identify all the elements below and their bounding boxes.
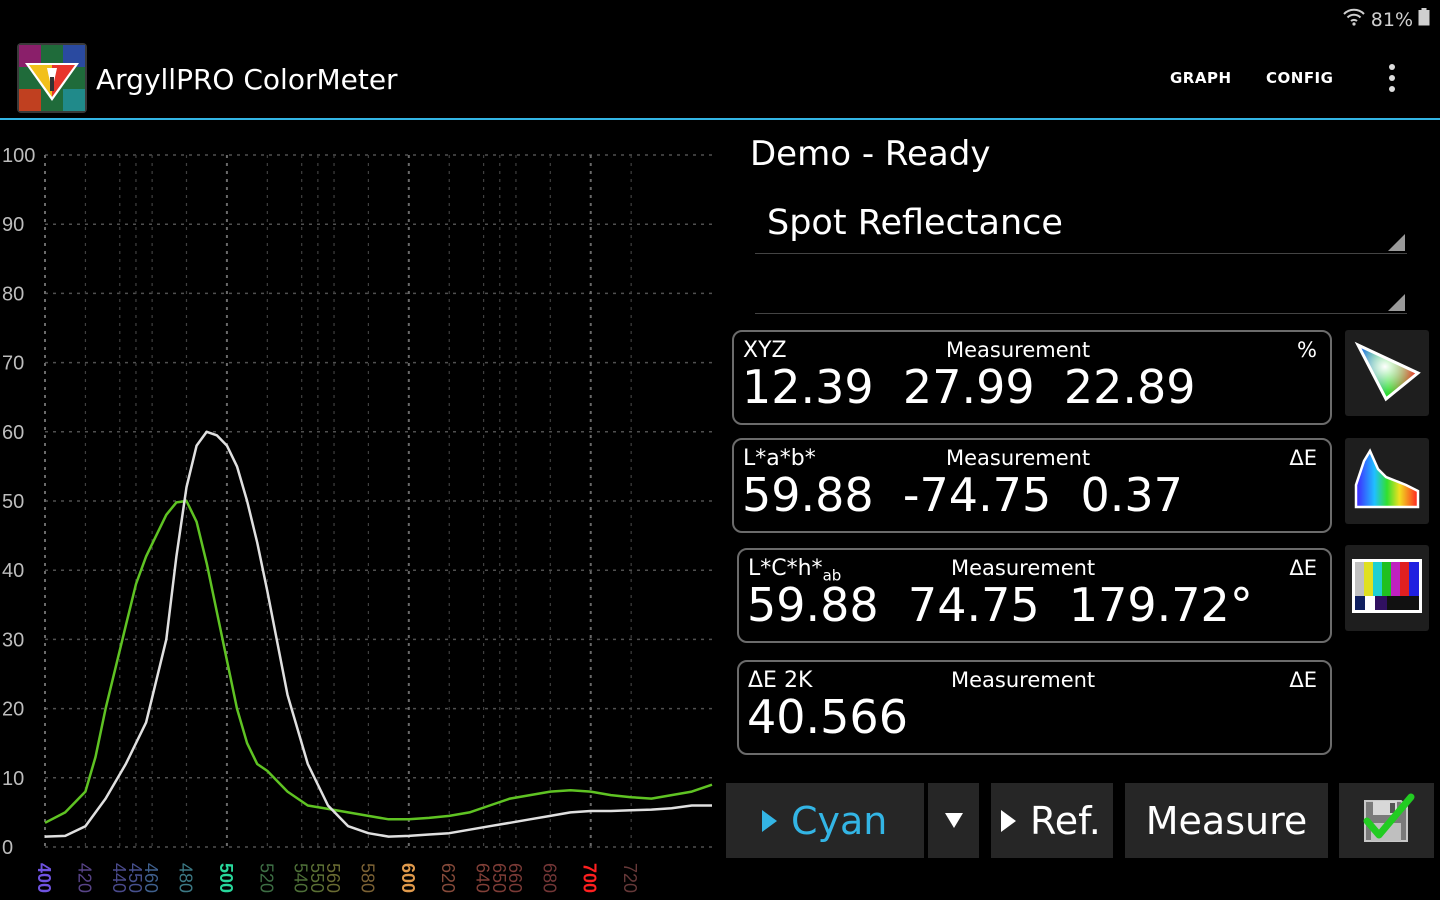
mode-spinner-value: Spot Reflectance xyxy=(767,203,1063,243)
reference-button[interactable]: Ref. xyxy=(991,783,1113,858)
chromaticity-button[interactable] xyxy=(1345,330,1429,416)
y-tick-label: 30 xyxy=(2,629,24,651)
spinner-arrow-icon xyxy=(1388,294,1405,311)
y-tick-label: 0 xyxy=(2,837,13,859)
app-title: ArgyllPRO ColorMeter xyxy=(96,63,398,96)
x-tick-label: 700 xyxy=(580,863,600,893)
xyz-unit: % xyxy=(1297,338,1317,362)
y-tick-label: 50 xyxy=(2,491,24,513)
spectrum-icon xyxy=(1352,447,1422,516)
battery-level: 81% xyxy=(1370,8,1413,31)
y-tick-label: 90 xyxy=(2,214,24,236)
save-button[interactable] xyxy=(1339,783,1434,858)
x-tick-label: 720 xyxy=(620,863,640,893)
xyz-readout[interactable]: XYZ Measurement % 12.39 27.99 22.89 xyxy=(732,330,1332,425)
x-tick-label: 400 xyxy=(34,863,54,893)
y-tick-label: 40 xyxy=(2,560,24,582)
lch-mode-label: Measurement xyxy=(951,556,1096,580)
status-text: Demo - Ready xyxy=(750,134,991,174)
play-icon xyxy=(1001,809,1016,832)
xyz-mode-label: Measurement xyxy=(946,338,1091,362)
x-tick-label: 560 xyxy=(323,863,343,893)
lch-unit: ΔE xyxy=(1289,556,1317,580)
more-vert-icon[interactable] xyxy=(1377,60,1407,96)
lab-values: 59.88 -74.75 0.37 xyxy=(742,468,1183,522)
y-tick-label: 80 xyxy=(2,283,24,305)
config-action-button[interactable]: CONFIG xyxy=(1266,69,1333,87)
color-bars-icon xyxy=(1352,558,1422,618)
reference-label: Ref. xyxy=(1030,798,1101,843)
measure-label: Measure xyxy=(1145,798,1308,843)
spinner-arrow-icon xyxy=(1388,234,1405,251)
x-tick-label: 680 xyxy=(539,863,559,893)
x-tick-label: 660 xyxy=(505,863,525,893)
x-tick-label: 580 xyxy=(357,863,377,893)
save-check-icon xyxy=(1357,791,1417,851)
measure-button[interactable]: Measure xyxy=(1125,783,1328,858)
y-tick-label: 70 xyxy=(2,353,24,375)
sample-dropdown-button[interactable] xyxy=(928,783,979,858)
lab-mode-label: Measurement xyxy=(946,446,1091,470)
x-tick-label: 500 xyxy=(216,863,236,893)
x-tick-label: 420 xyxy=(74,863,94,893)
sample-name-button[interactable]: Cyan xyxy=(726,783,924,858)
y-tick-label: 60 xyxy=(2,422,24,444)
y-tick-label: 10 xyxy=(2,768,24,790)
y-tick-label: 20 xyxy=(2,699,24,721)
reference-spectrum-line xyxy=(44,430,712,838)
delta-e-mode-label: Measurement xyxy=(951,668,1096,692)
sample-name-label: Cyan xyxy=(791,798,888,843)
app-logo-icon xyxy=(17,43,87,113)
x-tick-label: 620 xyxy=(438,863,458,893)
x-tick-label: 460 xyxy=(141,863,161,893)
wifi-icon xyxy=(1342,8,1366,31)
spectral-graph: 0102030405060708090100400 420 440450460 480… xyxy=(2,145,713,893)
status-bar: 81% xyxy=(0,0,1440,38)
delta-e-values: 40.566 xyxy=(747,690,908,744)
delta-e-unit: ΔE xyxy=(1289,668,1317,692)
current-spectrum-line xyxy=(44,499,713,824)
x-tick-label: 480 xyxy=(175,863,195,893)
lch-values: 59.88 74.75 179.72° xyxy=(747,578,1253,632)
lch-readout[interactable]: L*C*h*ab Measurement ΔE 59.88 74.75 179.… xyxy=(737,548,1332,643)
y-tick-label: 100 xyxy=(2,145,35,167)
battery-icon xyxy=(1418,8,1430,31)
spectrum-button[interactable] xyxy=(1345,438,1429,524)
graph-action-button[interactable]: GRAPH xyxy=(1170,69,1232,87)
xyz-values: 12.39 27.99 22.89 xyxy=(742,360,1196,414)
play-icon xyxy=(762,809,777,832)
secondary-spinner[interactable] xyxy=(755,255,1407,314)
status-indicators: 81% xyxy=(1342,8,1430,31)
color-bars-button[interactable] xyxy=(1345,545,1429,631)
chromaticity-triangle-icon xyxy=(1352,339,1422,408)
x-tick-label: 520 xyxy=(256,863,276,893)
lab-readout[interactable]: L*a*b* Measurement ΔE 59.88 -74.75 0.37 xyxy=(732,438,1332,533)
x-tick-label: 600 xyxy=(398,863,418,893)
app-bar: ArgyllPRO ColorMeter GRAPH CONFIG xyxy=(0,38,1440,120)
mode-spinner[interactable]: Spot Reflectance xyxy=(755,195,1407,254)
lab-unit: ΔE xyxy=(1289,446,1317,470)
delta-e-readout[interactable]: ΔE 2K Measurement ΔE 40.566 xyxy=(737,660,1332,755)
dropdown-arrow-icon xyxy=(944,813,963,828)
